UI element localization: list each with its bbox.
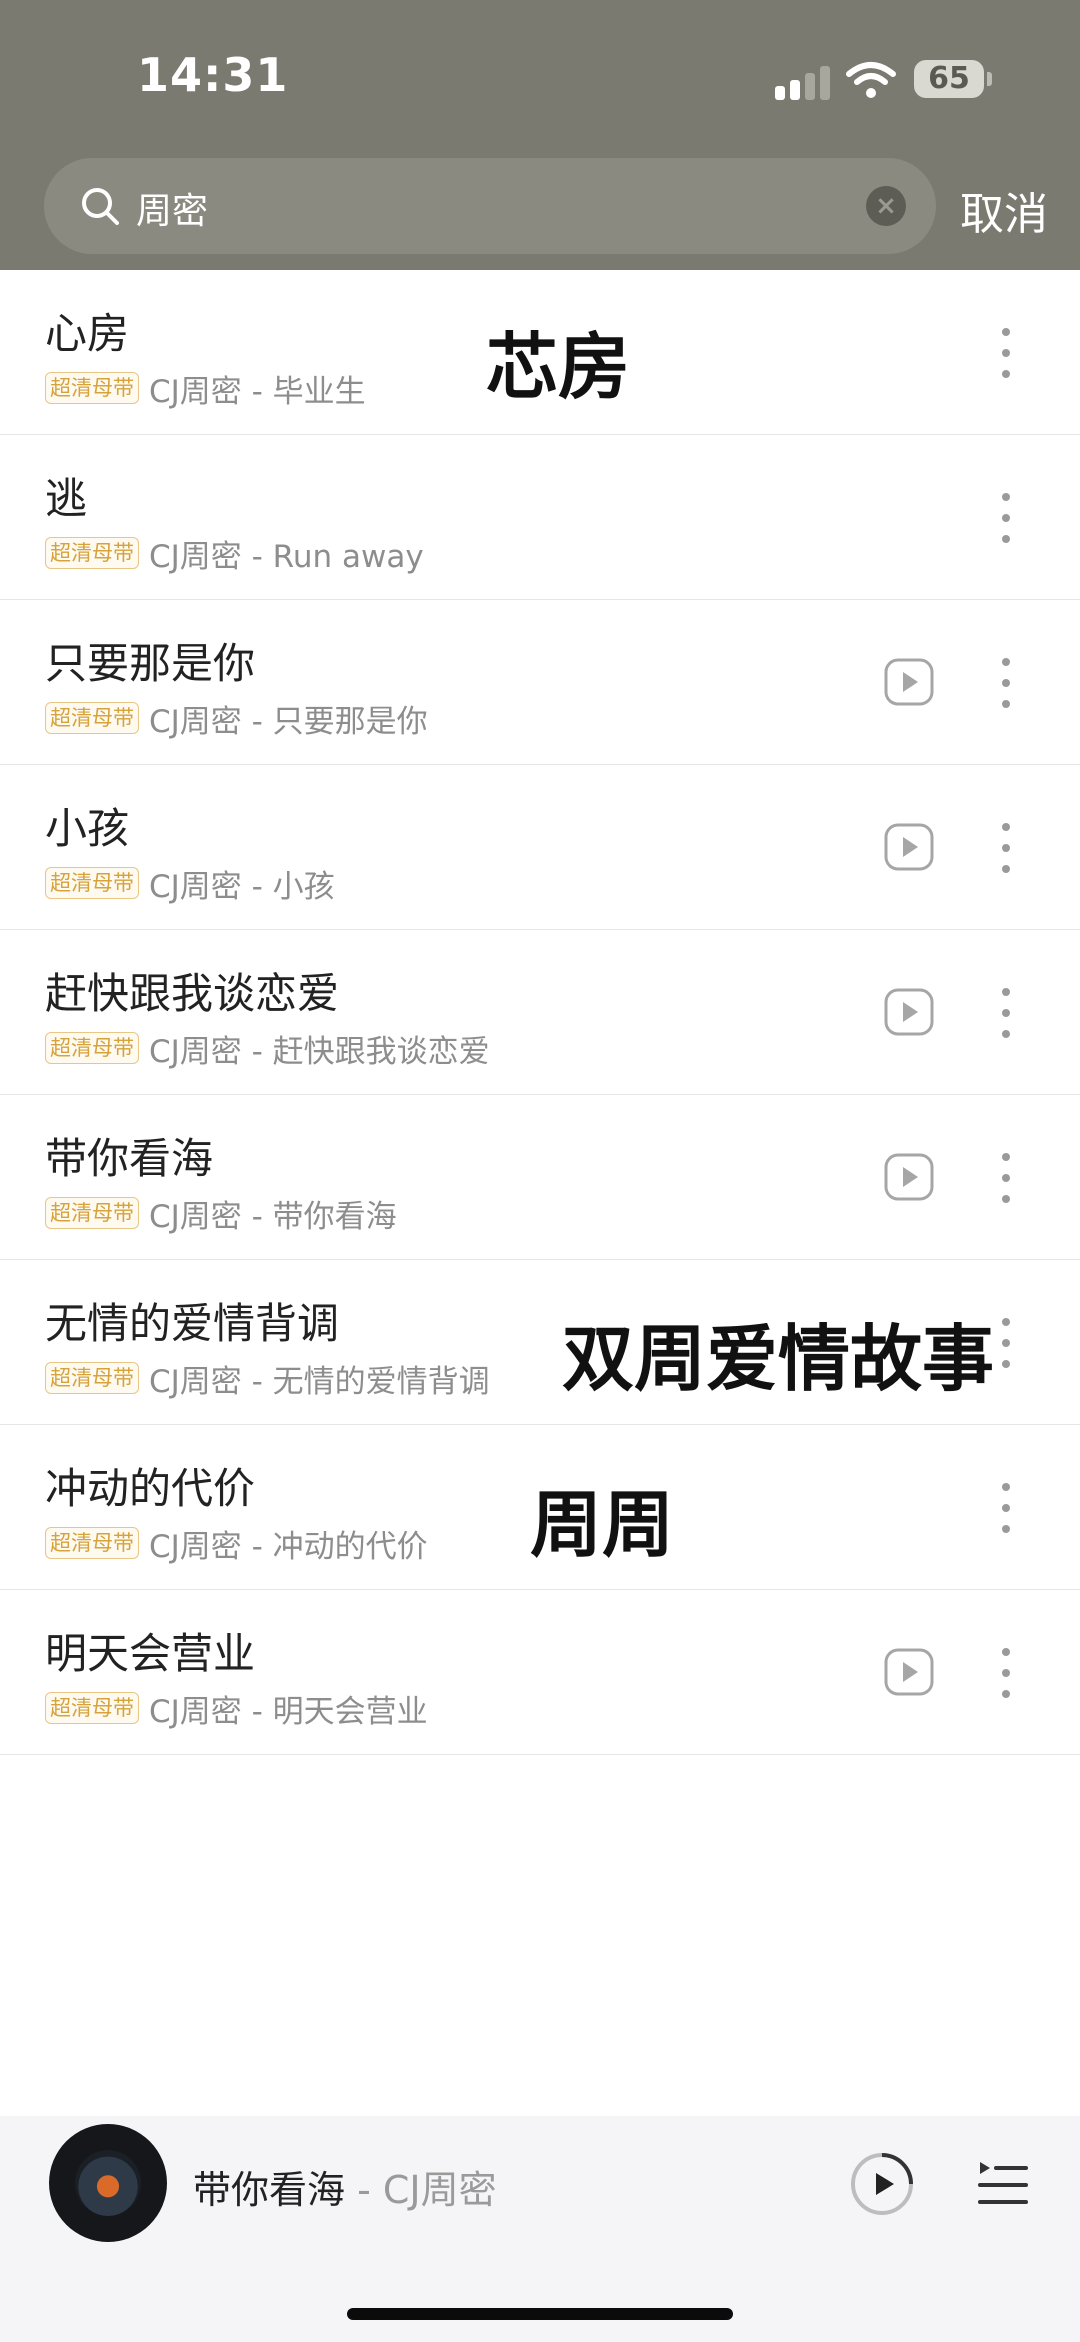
song-title: 小孩 bbox=[45, 804, 130, 853]
song-title: 无情的爱情背调 bbox=[45, 1299, 340, 1348]
song-artist-album: CJ周密 - 明天会营业 bbox=[149, 1693, 428, 1730]
song-row[interactable]: 逃 超清母带 CJ周密 - Run away bbox=[0, 435, 1080, 600]
overlay-text-second: 双周爱情故事 bbox=[562, 1300, 1001, 1405]
battery-icon: 65 bbox=[914, 60, 992, 98]
song-title: 只要那是你 bbox=[45, 639, 256, 688]
song-meta: 超清母带 CJ周密 - 只要那是你 bbox=[45, 700, 428, 740]
more-vertical-icon[interactable] bbox=[991, 328, 1021, 378]
song-row[interactable]: 赶快跟我谈恋爱 超清母带 CJ周密 - 赶快跟我谈恋爱 bbox=[0, 930, 1080, 1095]
song-row[interactable]: 带你看海 超清母带 CJ周密 - 带你看海 bbox=[0, 1095, 1080, 1260]
more-vertical-icon[interactable] bbox=[991, 1648, 1021, 1698]
quality-badge: 超清母带 bbox=[45, 1197, 139, 1229]
playlist-icon[interactable] bbox=[976, 2158, 1028, 2208]
play-video-icon[interactable] bbox=[884, 1648, 934, 1696]
search-query: 周密 bbox=[136, 191, 209, 232]
home-indicator bbox=[347, 2308, 733, 2320]
quality-badge: 超清母带 bbox=[45, 372, 139, 404]
song-row[interactable]: 只要那是你 超清母带 CJ周密 - 只要那是你 bbox=[0, 600, 1080, 765]
more-vertical-icon[interactable] bbox=[991, 1153, 1021, 1203]
song-artist-album: CJ周密 - 只要那是你 bbox=[149, 703, 428, 740]
song-title: 赶快跟我谈恋爱 bbox=[45, 969, 340, 1018]
song-artist-album: CJ周密 - 冲动的代价 bbox=[149, 1528, 428, 1565]
more-vertical-icon[interactable] bbox=[991, 493, 1021, 543]
now-playing-song: 带你看海 bbox=[193, 2168, 346, 2212]
play-video-icon[interactable] bbox=[884, 988, 934, 1036]
now-playing-separator: - bbox=[345, 2168, 383, 2212]
song-title: 冲动的代价 bbox=[45, 1464, 256, 1513]
quality-badge: 超清母带 bbox=[45, 702, 139, 734]
quality-badge: 超清母带 bbox=[45, 1692, 139, 1724]
song-meta: 超清母带 CJ周密 - 带你看海 bbox=[45, 1195, 397, 1235]
play-video-icon[interactable] bbox=[884, 1153, 934, 1201]
more-vertical-icon[interactable] bbox=[991, 823, 1021, 873]
status-time: 14:31 bbox=[137, 48, 289, 102]
cancel-button[interactable]: 取消 bbox=[960, 178, 1048, 242]
song-meta: 超清母带 CJ周密 - Run away bbox=[45, 535, 424, 575]
song-meta: 超清母带 CJ周密 - 冲动的代价 bbox=[45, 1525, 428, 1565]
quality-badge: 超清母带 bbox=[45, 537, 139, 569]
song-artist-album: CJ周密 - 小孩 bbox=[149, 868, 335, 905]
wifi-icon bbox=[846, 62, 896, 98]
song-meta: 超清母带 CJ周密 - 赶快跟我谈恋爱 bbox=[45, 1030, 490, 1070]
song-title: 心房 bbox=[45, 309, 130, 358]
more-vertical-icon[interactable] bbox=[991, 1483, 1021, 1533]
song-title: 逃 bbox=[45, 474, 88, 523]
song-artist-album: CJ周密 - 毕业生 bbox=[149, 373, 366, 410]
header: 14:31 65 周密 × 取消 bbox=[0, 0, 1080, 270]
song-title: 带你看海 bbox=[45, 1134, 214, 1183]
song-meta: 超清母带 CJ周密 - 明天会营业 bbox=[45, 1690, 428, 1730]
play-circle-icon[interactable] bbox=[850, 2152, 914, 2216]
song-title: 明天会营业 bbox=[45, 1629, 256, 1678]
quality-badge: 超清母带 bbox=[45, 1527, 139, 1559]
now-playing-artist: CJ周密 bbox=[382, 2168, 497, 2212]
song-artist-album: CJ周密 - 赶快跟我谈恋爱 bbox=[149, 1033, 490, 1070]
more-vertical-icon[interactable] bbox=[991, 658, 1021, 708]
song-meta: 超清母带 CJ周密 - 小孩 bbox=[45, 865, 335, 905]
song-meta: 超清母带 CJ周密 - 毕业生 bbox=[45, 370, 366, 410]
play-video-icon[interactable] bbox=[884, 658, 934, 706]
song-artist-album: CJ周密 - 无情的爱情背调 bbox=[149, 1363, 490, 1400]
song-row[interactable]: 小孩 超清母带 CJ周密 - 小孩 bbox=[0, 765, 1080, 930]
cellular-signal-icon bbox=[775, 66, 831, 100]
song-artist-album: CJ周密 - Run away bbox=[149, 538, 424, 575]
quality-badge: 超清母带 bbox=[45, 1032, 139, 1064]
overlay-text-third: 周周 bbox=[530, 1483, 675, 1567]
now-playing-title[interactable]: 带你看海 - CJ周密 bbox=[193, 2159, 497, 2214]
overlay-text-first: 芯房 bbox=[486, 325, 631, 409]
song-artist-album: CJ周密 - 带你看海 bbox=[149, 1198, 397, 1235]
quality-badge: 超清母带 bbox=[45, 1362, 139, 1394]
clear-icon[interactable]: × bbox=[866, 186, 906, 226]
play-video-icon[interactable] bbox=[884, 823, 934, 871]
search-input[interactable]: 周密 × bbox=[44, 158, 936, 254]
quality-badge: 超清母带 bbox=[45, 867, 139, 899]
album-cover[interactable] bbox=[49, 2124, 167, 2242]
song-meta: 超清母带 CJ周密 - 无情的爱情背调 bbox=[45, 1360, 490, 1400]
search-icon bbox=[82, 188, 119, 225]
more-vertical-icon[interactable] bbox=[991, 988, 1021, 1038]
song-row[interactable]: 明天会营业 超清母带 CJ周密 - 明天会营业 bbox=[0, 1590, 1080, 1755]
